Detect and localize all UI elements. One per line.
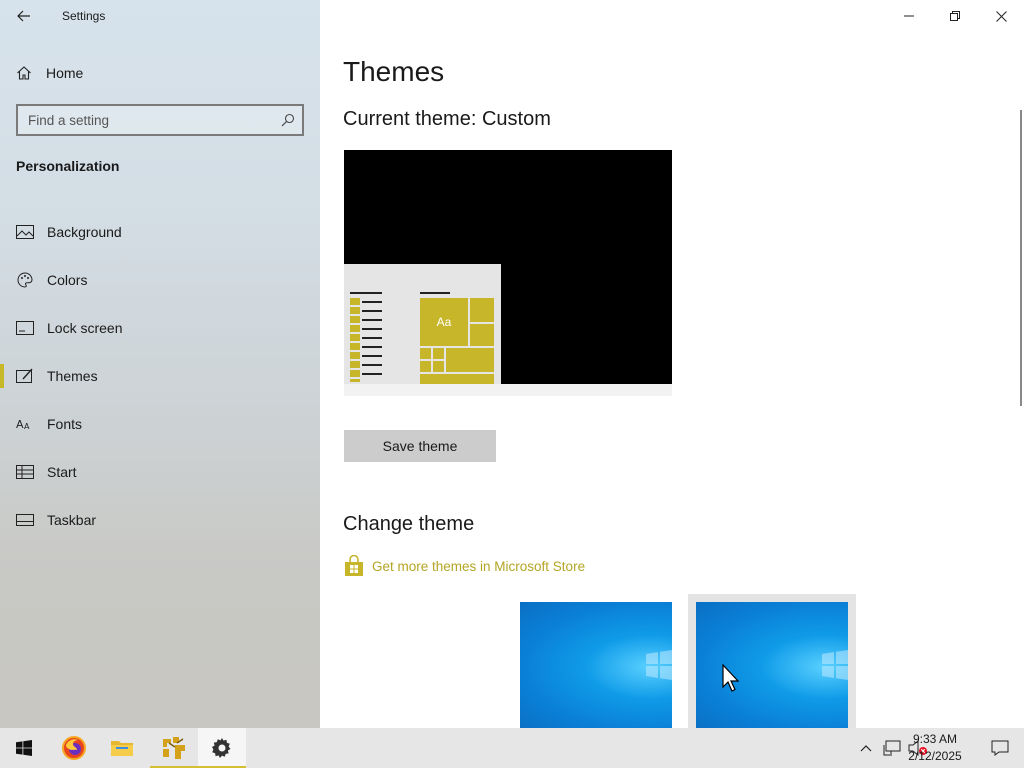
preview-lines — [362, 292, 382, 382]
font-icon: AA — [16, 416, 34, 432]
network-icon — [883, 740, 901, 756]
taskbar-app-settings[interactable] — [198, 728, 246, 768]
sidebar-item-taskbar[interactable]: Taskbar — [0, 496, 320, 544]
mouse-cursor-icon — [722, 664, 740, 692]
current-theme-label: Current theme: Custom — [343, 108, 551, 130]
taskbar-app-firefox[interactable] — [50, 728, 98, 768]
preview-tile — [433, 361, 444, 372]
svg-text:A: A — [16, 418, 24, 431]
save-theme-button[interactable]: Save theme — [344, 430, 496, 462]
sidebar-item-start[interactable]: Start — [0, 448, 320, 496]
preview-tile: Aa — [420, 298, 468, 346]
windows-logo-icon — [646, 650, 672, 680]
sidebar-item-label: Lock screen — [47, 320, 123, 336]
network-button[interactable] — [882, 738, 902, 758]
sidebar-item-label: Start — [47, 464, 77, 480]
change-theme-heading: Change theme — [343, 513, 475, 535]
theme-thumbnail[interactable] — [696, 602, 848, 728]
sidebar-item-label: Themes — [47, 368, 98, 384]
restore-button[interactable] — [932, 0, 978, 32]
taskbar-app-pinned[interactable] — [150, 728, 198, 768]
store-link[interactable]: Get more themes in Microsoft Store — [344, 555, 585, 577]
notification-icon — [991, 740, 1009, 756]
page-title: Themes — [343, 56, 445, 87]
system-tray: 9:33 AM 2/12/2025 — [824, 728, 1024, 768]
show-hidden-icons-button[interactable] — [856, 738, 876, 758]
windows-start-icon — [16, 740, 32, 756]
home-icon — [17, 66, 31, 80]
taskbar-app-file-explorer[interactable] — [98, 728, 146, 768]
titlebar: Settings — [0, 0, 320, 32]
svg-text:A: A — [24, 422, 30, 431]
sidebar-item-background[interactable]: Background — [0, 208, 320, 256]
preview-tile — [433, 348, 444, 359]
settings-gear-icon — [212, 738, 231, 758]
palette-icon — [16, 272, 34, 288]
sidebar-nav: Background Colors Lock screen Themes AA … — [0, 208, 320, 544]
sidebar: Settings Home Personalization Background… — [0, 0, 320, 728]
section-heading: Personalization — [16, 158, 120, 174]
preview-line — [420, 292, 450, 294]
close-button[interactable] — [978, 0, 1024, 32]
app-icon — [163, 737, 185, 759]
clock-time: 9:33 AM — [912, 732, 958, 746]
theme-thumbnail[interactable] — [520, 602, 672, 728]
sidebar-item-label: Taskbar — [47, 512, 97, 528]
back-button[interactable] — [8, 4, 40, 28]
start-button[interactable] — [0, 728, 48, 768]
app-title: Settings — [62, 9, 106, 23]
sidebar-item-label: Colors — [47, 272, 88, 288]
close-icon — [995, 10, 1007, 22]
store-link-text: Get more themes in Microsoft Store — [372, 558, 586, 574]
clock[interactable]: 9:33 AM 2/12/2025 — [904, 731, 966, 765]
preview-tile — [470, 298, 494, 322]
brush-icon — [16, 368, 34, 384]
preview-tile — [446, 348, 494, 372]
search-input[interactable] — [28, 111, 278, 129]
chevron-up-icon — [860, 745, 872, 752]
action-center-button[interactable] — [988, 738, 1012, 758]
preview-tile — [470, 324, 494, 346]
start-tiles-icon — [16, 464, 34, 480]
minimize-icon — [904, 15, 914, 17]
sidebar-item-home[interactable]: Home — [0, 56, 320, 90]
scrollbar[interactable] — [1020, 110, 1022, 406]
sidebar-item-colors[interactable]: Colors — [0, 256, 320, 304]
clock-date: 2/12/2025 — [908, 749, 962, 763]
sidebar-item-themes[interactable]: Themes — [0, 352, 320, 400]
restore-icon — [950, 11, 960, 21]
search-icon[interactable] — [281, 113, 295, 127]
theme-preview: Aa — [344, 150, 672, 396]
store-bag-icon — [345, 555, 363, 576]
sidebar-item-fonts[interactable]: AA Fonts — [0, 400, 320, 448]
sidebar-item-lock-screen[interactable]: Lock screen — [0, 304, 320, 352]
minimize-button[interactable] — [886, 0, 932, 32]
preview-tile — [420, 361, 431, 372]
sidebar-item-label: Fonts — [47, 416, 83, 432]
firefox-icon — [62, 736, 86, 760]
preview-start-menu: Aa — [344, 264, 501, 384]
back-arrow-icon — [17, 10, 30, 22]
preview-strip — [350, 298, 360, 382]
preview-tile — [420, 348, 431, 359]
windows-logo-icon — [822, 650, 848, 680]
sidebar-item-label: Home — [46, 65, 84, 81]
taskbar-icon — [16, 512, 34, 528]
lock-screen-icon — [16, 320, 34, 336]
search-box[interactable] — [16, 104, 304, 136]
taskbar: 9:33 AM 2/12/2025 — [0, 728, 1024, 768]
main-content: Themes Current theme: Custom Aa Save the… — [320, 0, 1024, 728]
file-explorer-icon — [111, 741, 133, 756]
window-controls — [886, 0, 1024, 32]
picture-icon — [16, 224, 34, 240]
preview-tile — [420, 374, 494, 384]
sidebar-item-label: Background — [47, 224, 122, 240]
